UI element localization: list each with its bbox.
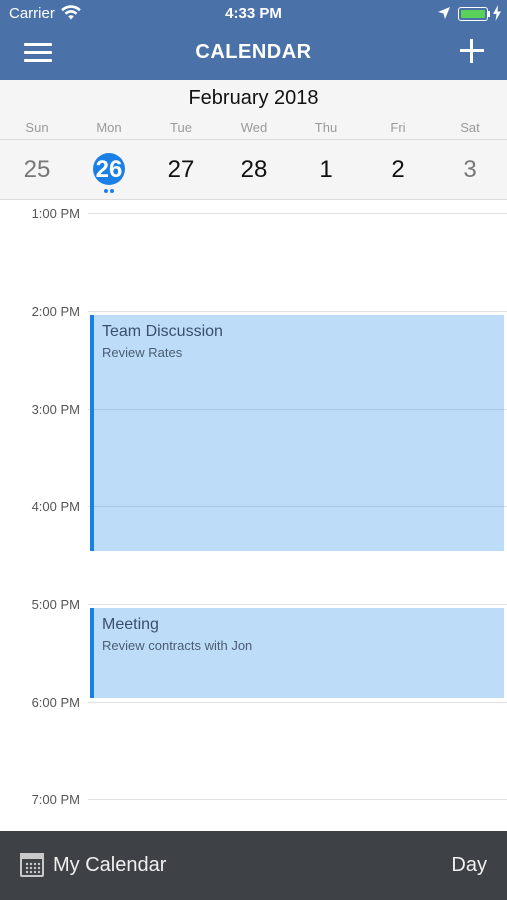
month-label[interactable]: February 2018 bbox=[0, 87, 507, 110]
date-number: 2 bbox=[391, 156, 405, 183]
weekday-fri: Fri bbox=[390, 120, 406, 135]
location-arrow-icon bbox=[438, 7, 450, 19]
weekday-tue: Tue bbox=[170, 120, 192, 135]
event-subtitle: Review Rates bbox=[102, 345, 183, 360]
date-cell[interactable]: 27 bbox=[151, 140, 211, 200]
event-title: Meeting bbox=[102, 616, 159, 633]
page-title: CALENDAR bbox=[195, 41, 312, 63]
bottom-bar: My Calendar Day bbox=[0, 831, 507, 900]
battery-icon bbox=[458, 7, 488, 21]
date-number: 28 bbox=[240, 156, 268, 183]
day-timeline[interactable]: 1:00 PM 2:00 PM 3:00 PM 4:00 PM 5:00 PM … bbox=[0, 201, 507, 831]
hour-label: 6:00 PM bbox=[31, 695, 80, 710]
weekday-sat: Sat bbox=[460, 120, 480, 135]
hour-label: 2:00 PM bbox=[31, 304, 80, 319]
hour-line bbox=[88, 702, 507, 703]
weekday-header: Sun Mon Tue Wed Thu Fri Sat bbox=[0, 120, 507, 138]
hour-label: 1:00 PM bbox=[31, 206, 80, 221]
date-row: 25 26 27 28 1 2 3 bbox=[0, 140, 507, 200]
date-cell[interactable]: 2 bbox=[368, 140, 428, 200]
date-cell[interactable]: 25 bbox=[7, 140, 67, 200]
hour-line bbox=[88, 311, 507, 312]
nav-bar: CALENDAR bbox=[0, 28, 507, 80]
event-title: Team Discussion bbox=[102, 323, 223, 340]
battery-nub bbox=[488, 11, 490, 17]
hour-line bbox=[88, 213, 507, 214]
date-number: 3 bbox=[463, 156, 477, 183]
event-meeting[interactable]: Meeting Review contracts with Jon bbox=[90, 608, 504, 698]
hour-label: 4:00 PM bbox=[31, 499, 80, 514]
date-number: 1 bbox=[319, 156, 333, 183]
hour-label: 7:00 PM bbox=[31, 792, 80, 807]
charging-bolt-icon bbox=[493, 5, 501, 21]
event-hour-line bbox=[94, 409, 504, 410]
date-number: 25 bbox=[23, 156, 51, 183]
event-dots bbox=[79, 189, 139, 193]
weekday-thu: Thu bbox=[314, 120, 338, 135]
event-hour-line bbox=[94, 506, 504, 507]
date-cell[interactable]: 3 bbox=[440, 140, 500, 200]
date-number: 27 bbox=[167, 156, 195, 183]
status-bar: Carrier 4:33 PM bbox=[0, 0, 507, 28]
hour-label: 5:00 PM bbox=[31, 597, 80, 612]
event-team-discussion[interactable]: Team Discussion Review Rates bbox=[90, 315, 504, 551]
add-event-plus-icon[interactable] bbox=[459, 38, 485, 64]
calendar-icon[interactable] bbox=[20, 853, 44, 877]
date-number: 26 bbox=[95, 156, 123, 183]
hour-line bbox=[88, 799, 507, 800]
view-mode-button[interactable]: Day bbox=[451, 854, 487, 877]
status-time: 4:33 PM bbox=[225, 5, 282, 22]
week-strip: February 2018 Sun Mon Tue Wed Thu Fri Sa… bbox=[0, 80, 507, 200]
app-header: Carrier 4:33 PM CALENDAR bbox=[0, 0, 507, 80]
weekday-wed: Wed bbox=[240, 120, 268, 135]
event-subtitle: Review contracts with Jon bbox=[102, 638, 253, 653]
weekday-sun: Sun bbox=[25, 120, 49, 135]
weekday-mon: Mon bbox=[96, 120, 122, 135]
date-cell[interactable]: 1 bbox=[296, 140, 356, 200]
date-cell[interactable]: 28 bbox=[224, 140, 284, 200]
hour-label: 3:00 PM bbox=[31, 402, 80, 417]
date-cell-selected[interactable]: 26 bbox=[79, 140, 139, 200]
calendar-selector[interactable]: My Calendar bbox=[53, 854, 166, 877]
hour-line bbox=[88, 604, 507, 605]
